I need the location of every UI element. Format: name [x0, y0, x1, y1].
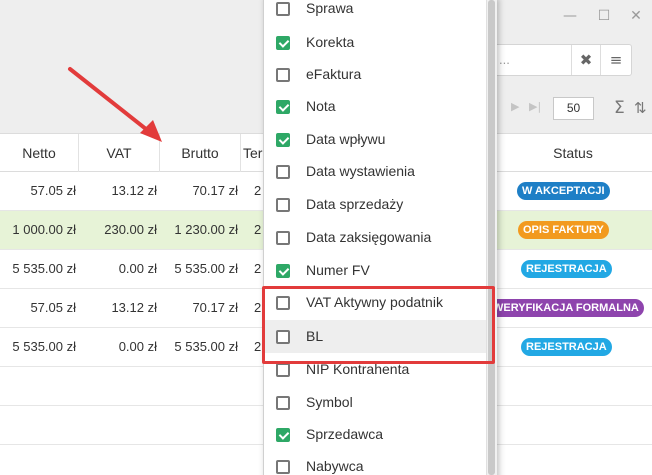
column-option-nabywca[interactable]: Nabywca [264, 450, 486, 475]
checkbox[interactable] [276, 363, 290, 377]
column-option-label: Data wystawienia [306, 163, 415, 179]
checkbox[interactable] [276, 264, 290, 278]
column-option-label: Data wpływu [306, 131, 386, 147]
checkbox[interactable] [276, 231, 290, 245]
column-option-label: Nabywca [306, 458, 364, 474]
column-option-efaktura[interactable]: eFaktura [264, 58, 486, 91]
column-option-data-zaksiegowania[interactable]: Data zaksięgowania [264, 221, 486, 254]
column-option-sprzedawca[interactable]: Sprzedawca [264, 418, 486, 451]
column-option-label: Symbol [306, 394, 353, 410]
column-option-label: Sprzedawca [306, 426, 384, 442]
column-option-data-wystawienia[interactable]: Data wystawienia [264, 155, 486, 188]
checkbox[interactable] [276, 133, 290, 147]
checkbox[interactable] [276, 2, 290, 16]
column-option-label: Data sprzedaży [306, 196, 404, 212]
checkbox[interactable] [276, 198, 290, 212]
scrollbar-thumb[interactable] [488, 0, 495, 475]
checkbox[interactable] [276, 428, 290, 442]
checkbox[interactable] [276, 165, 290, 179]
checkbox[interactable] [276, 100, 290, 114]
column-option-label: eFaktura [306, 66, 362, 82]
column-option-numer-fv[interactable]: Numer FV [264, 254, 486, 287]
column-option-symbol[interactable]: Symbol [264, 386, 486, 419]
checkbox[interactable] [276, 396, 290, 410]
column-option-label: Sprawa [306, 0, 354, 16]
column-option-label: Nota [306, 98, 336, 114]
column-option-label: Numer FV [306, 262, 370, 278]
column-option-data-wplywu[interactable]: Data wpływu [264, 123, 486, 156]
checkbox[interactable] [276, 460, 290, 474]
column-option-label: Korekta [306, 34, 355, 50]
column-option-label: Data zaksięgowania [306, 229, 432, 245]
checkbox[interactable] [276, 68, 290, 82]
column-option-data-sprzedazy[interactable]: Data sprzedaży [264, 188, 486, 221]
annotation-highlight-box [262, 286, 495, 364]
column-option-korekta[interactable]: Korekta [264, 26, 486, 59]
checkbox[interactable] [276, 36, 290, 50]
column-option-sprawa[interactable]: Sprawa [264, 0, 486, 25]
column-option-nota[interactable]: Nota [264, 90, 486, 123]
